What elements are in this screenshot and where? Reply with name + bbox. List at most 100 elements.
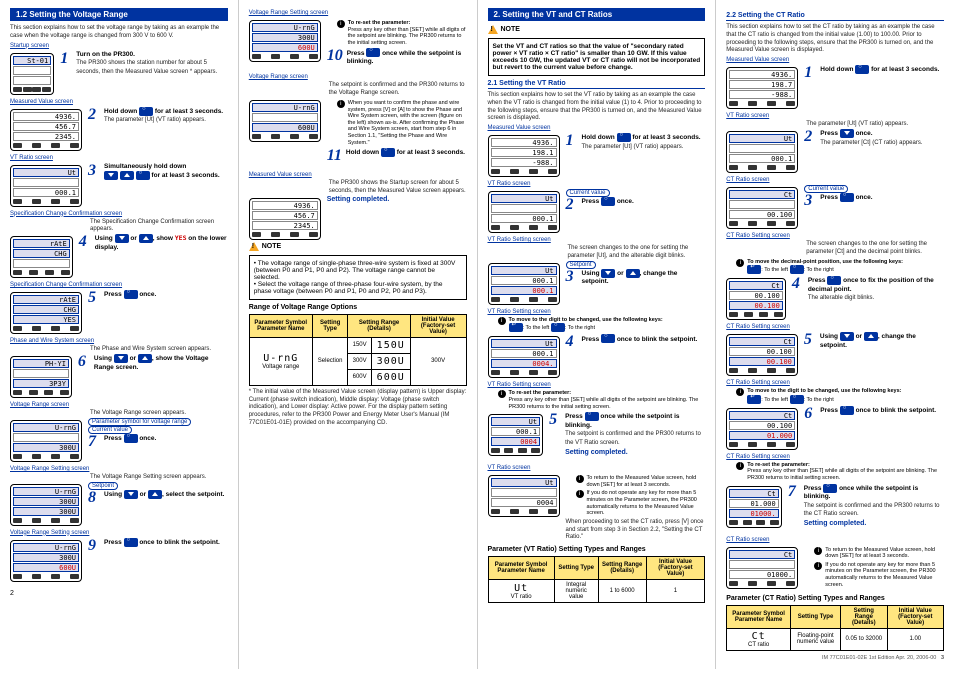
c4-step-1: Hold down for at least 3 seconds. — [820, 65, 939, 75]
label-measured: Measured Value screen — [726, 57, 944, 63]
device-c3s2: Ut 000.1 0004. — [488, 336, 560, 378]
note-line: • Select the voltage range of three-phas… — [254, 281, 462, 295]
device-c4s4: Ct 01.000 01000. — [726, 486, 782, 528]
label-vtset: VT Ratio Setting screen — [488, 237, 706, 243]
label-measured: Measured Value screen — [10, 99, 228, 105]
lcd: Ct — [729, 190, 795, 199]
td: UtVT ratio — [488, 580, 554, 603]
td: 1 to 6000 — [598, 580, 646, 603]
callout-param: Parameter symbol for voltage range — [88, 418, 191, 426]
set-icon — [601, 334, 615, 343]
spec-desc: The Specification Change Confirmation sc… — [90, 219, 228, 235]
ent-icon — [747, 395, 761, 404]
step-9: Press once to blink the setpoint. — [104, 538, 220, 548]
c4-step-5: Using or , change the setpoint. — [820, 332, 944, 350]
device-c3s3: Ut 000.1 0004 — [488, 414, 544, 456]
set-icon — [790, 395, 804, 404]
td: Floating-point numeric value — [790, 628, 840, 650]
device-c3s1: Ut 000.1 000.1 — [488, 263, 560, 305]
c3-s2-desc: The screen changes to the one for settin… — [568, 245, 706, 261]
down-icon — [840, 129, 854, 138]
lcd: 300U — [13, 497, 79, 506]
label-ctset3: CT Ratio Setting screen — [726, 380, 944, 386]
td: CtCT ratio — [727, 628, 791, 650]
step-number: 2 — [566, 197, 578, 213]
label-spec2: Specification Change Confirmation screen — [10, 282, 228, 288]
lcd: U-rnG — [252, 23, 318, 32]
lcd: 4936. — [252, 201, 318, 210]
label-vrange: Voltage Range screen — [249, 74, 467, 80]
set-icon — [790, 265, 804, 274]
lcd: Ut — [491, 339, 557, 348]
tip-icon: i — [736, 462, 744, 470]
set-icon — [840, 406, 854, 415]
step-number: 1 — [60, 51, 72, 67]
lcd: Ut — [729, 134, 795, 143]
c4-s1-desc: The parameter [Ut] (VT ratio) appears. — [806, 121, 944, 129]
lcd: 0004 — [491, 498, 557, 507]
lcd: 4936. — [13, 112, 79, 121]
device-startup: St-01 — [10, 53, 54, 95]
label-vrset2: Voltage Range Setting screen — [10, 530, 228, 536]
set-icon — [136, 171, 150, 180]
lcd: 3P3Y — [13, 379, 69, 388]
label-ctset: CT Ratio Setting screen — [726, 233, 944, 239]
tip-icon: i — [337, 20, 345, 28]
set-icon — [139, 107, 153, 116]
lcd: 01000. — [729, 570, 795, 579]
lcd: 0004. — [491, 359, 557, 368]
device-c4ct2: Ct 01000. — [726, 547, 798, 589]
th: Initial Value (Factory-set Value) — [887, 605, 943, 628]
device-c3vt2: Ut 0004 — [488, 475, 560, 517]
device-c4ct: Ct 00.100 — [726, 187, 798, 229]
intro-2-1: This section explains how to set the VT … — [488, 92, 706, 123]
tip-icon: i — [736, 388, 744, 396]
lcd — [729, 200, 795, 209]
c3-step-3: Using or , change the setpoint. — [582, 269, 706, 287]
set-icon — [827, 276, 841, 285]
step-number: 5 — [88, 290, 100, 306]
td: 300U — [371, 353, 410, 369]
device-c4s1: Ct 00.100 00.100 — [726, 278, 786, 320]
warning-icon — [249, 242, 259, 251]
label-vtratio: VT Ratio screen — [726, 113, 944, 119]
down-icon — [115, 234, 129, 243]
td: 150U — [371, 337, 410, 353]
step-number: 8 — [88, 490, 100, 506]
step-2: Hold down for at least 3 seconds.The par… — [104, 107, 223, 125]
th: Setting Type — [790, 605, 840, 628]
note-box: Set the VT and CT ratios so that the val… — [488, 38, 706, 76]
step-number: 9 — [88, 538, 100, 554]
lcd: YES — [13, 315, 79, 324]
lcd: rAtE — [13, 239, 70, 248]
device-vt: Ut 000.1 — [10, 165, 82, 207]
set-icon — [124, 434, 138, 443]
c3-step-1: Hold down for at least 3 seconds.The par… — [582, 133, 701, 151]
lcd: 000.1 — [13, 188, 79, 197]
ent-icon — [747, 265, 761, 274]
lcd: 000.1 — [491, 427, 541, 436]
th: Setting Type — [554, 557, 598, 580]
table-title: Range of Voltage Range Options — [249, 304, 467, 311]
lcd: CHG — [13, 305, 79, 314]
label-vrange: Voltage Range screen — [10, 402, 228, 408]
c4-step-6: Press once to blink the setpoint. — [820, 406, 936, 416]
lcd: 01.000 — [729, 431, 795, 440]
lcd: Ct — [729, 337, 795, 346]
lcd: Ut — [491, 194, 557, 203]
tip-icon: i — [498, 390, 506, 398]
label-vtset3: VT Ratio Setting screen — [488, 382, 706, 388]
tip-icon: i — [576, 490, 584, 498]
device-c4m: 4936. 198.7 -988. — [726, 67, 798, 109]
lcd — [729, 144, 795, 153]
c3-step-4: Press once to blink the setpoint. — [582, 334, 698, 344]
up-icon — [120, 171, 134, 180]
note-title: NOTE — [249, 242, 467, 251]
set-icon — [366, 48, 380, 57]
lcd: U-rnG — [13, 543, 79, 552]
lcd: 00.100 — [729, 357, 795, 366]
lcd: PH-YI — [13, 359, 69, 368]
set-icon — [823, 484, 837, 493]
set-icon — [855, 65, 869, 74]
lcd: U-rnG — [252, 103, 318, 112]
